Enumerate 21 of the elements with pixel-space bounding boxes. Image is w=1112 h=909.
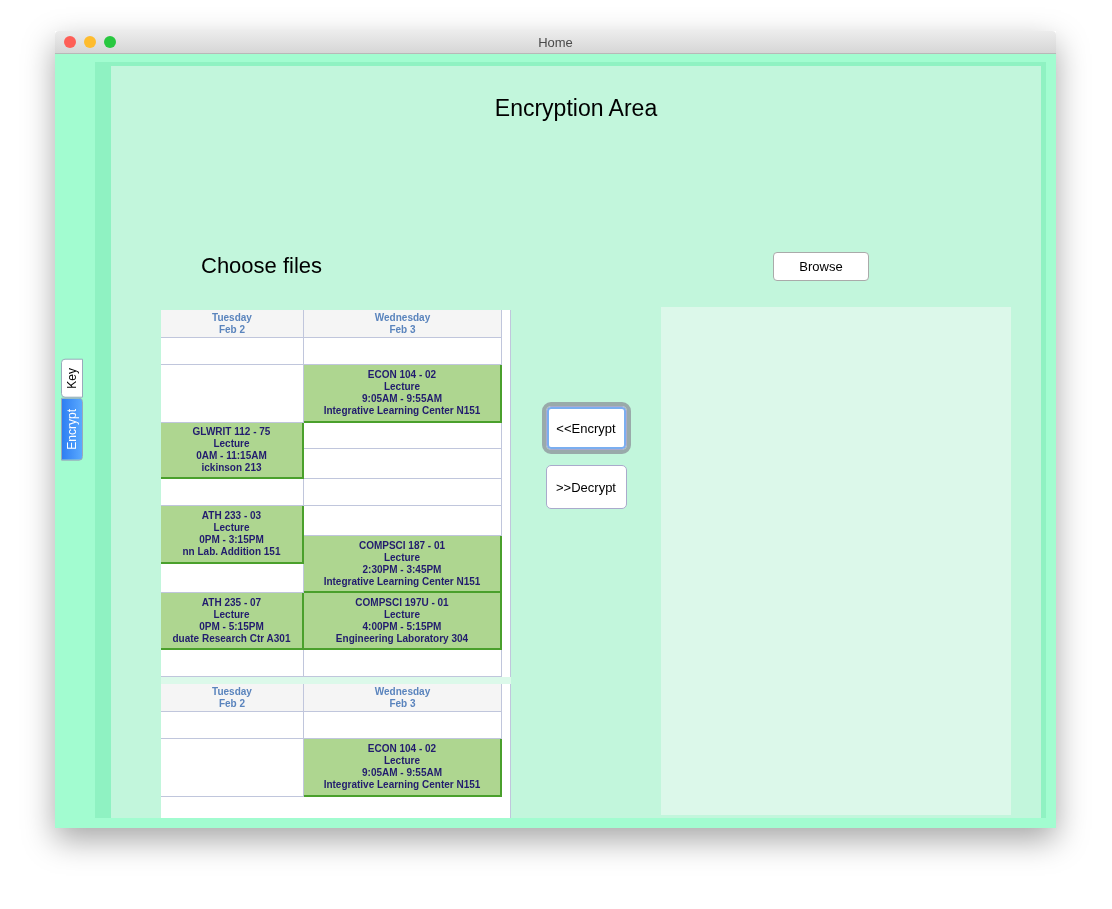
browse-button[interactable]: Browse <box>773 251 869 281</box>
calendar-event: COMPSCI 187 - 01 Lecture 2:30PM - 3:45PM Integrative Learning Center N151 <box>304 536 502 593</box>
day-header: Wednesday Feb 3 <box>304 310 502 338</box>
choose-files-label: Choose files <box>201 253 323 278</box>
day-header: Tuesday Feb 2 <box>161 310 304 338</box>
action-button[interactable]: >>Decrypt <box>545 465 627 509</box>
zoom-icon[interactable] <box>104 36 116 48</box>
day-header: Wednesday Feb 3 <box>304 684 502 712</box>
calendar-event: COMPSCI 197U - 01 Lecture 4:00PM - 5:15PM Engineering Laboratory 304 <box>304 593 502 650</box>
minimize-icon[interactable] <box>84 36 96 48</box>
day-header: Tuesday Feb 2 <box>161 684 304 712</box>
calendar-event: ECON 104 - 02 Lecture 9:05AM - 9:55AM Integrative Learning Center N151 <box>304 365 502 423</box>
window-title: Home <box>538 34 573 50</box>
calendar-event: GLWRIT 112 - 75 Lecture 0AM - 11:15AM ickinson 213 <box>161 423 304 479</box>
page-heading: Encryption Area <box>494 95 658 121</box>
calendar-event: ATH 235 - 07 Lecture 0PM - 5:15PM duate Research Ctr A301 <box>161 593 304 650</box>
close-icon[interactable] <box>64 36 76 48</box>
side-tab[interactable]: Key <box>61 359 83 398</box>
calendar-event: ATH 233 - 03 Lecture 0PM - 3:15PM nn Lab. Addition 151 <box>161 506 304 564</box>
calendar-event: ECON 104 - 02 Lecture 9:05AM - 9:55AM Integrative Learning Center N151 <box>304 739 502 797</box>
file-list[interactable] <box>661 307 1011 815</box>
